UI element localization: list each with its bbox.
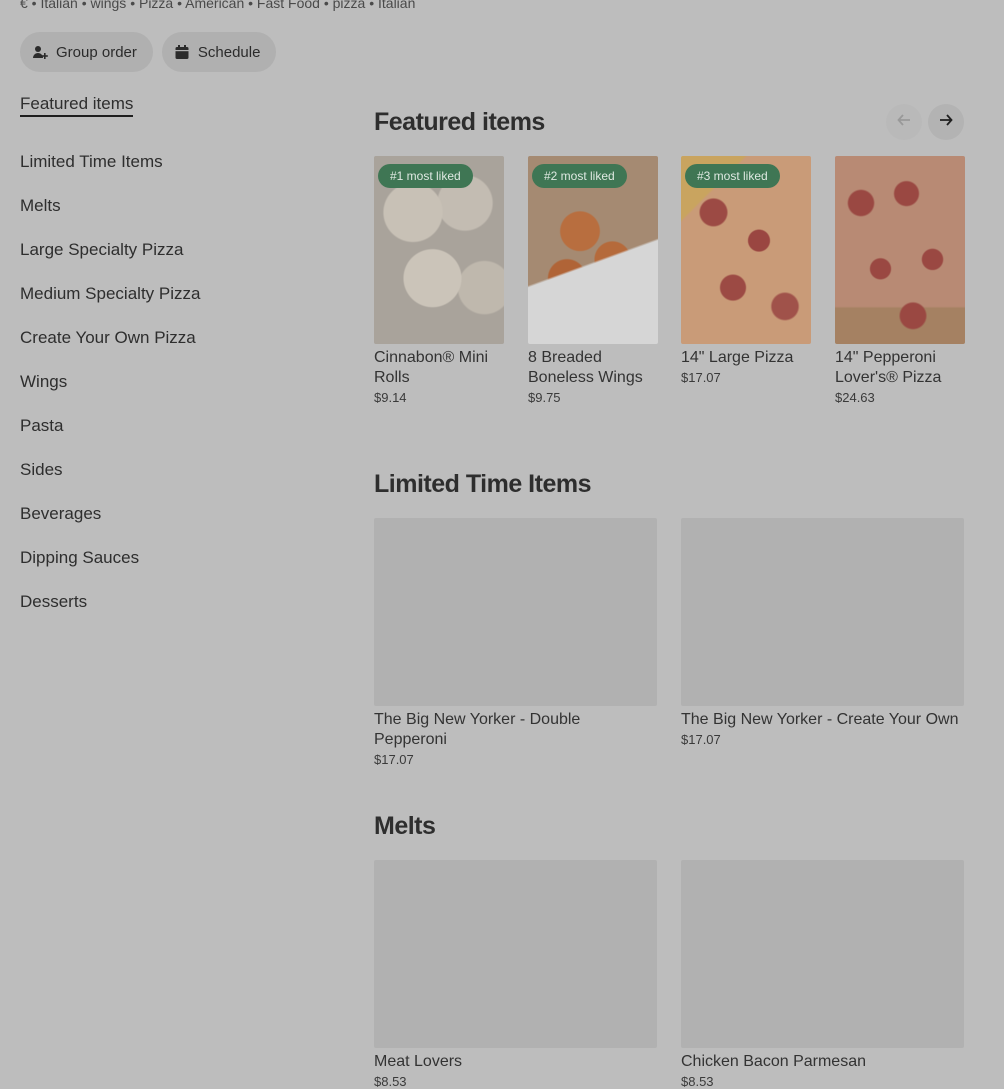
item-name: 14" Pepperoni Lover's® Pizza: [835, 349, 942, 386]
sidebar-item-label: Large Specialty Pizza: [20, 240, 184, 259]
group-order-label: Group order: [56, 43, 137, 61]
limited-time-items-heading: Limited Time Items: [374, 470, 592, 498]
sidebar-item-melts[interactable]: Melts: [20, 184, 320, 228]
arrow-left-icon: [896, 112, 912, 133]
sidebar-item-label: Pasta: [20, 416, 64, 435]
carousel-next-button[interactable]: [928, 104, 964, 140]
item-price: $9.75: [528, 390, 561, 405]
item-price: $8.53: [681, 1074, 714, 1089]
popularity-badge: #1 most liked: [378, 164, 473, 188]
melts-heading: Melts: [374, 812, 436, 840]
item-name: 8 Breaded Boneless Wings: [528, 349, 643, 386]
featured-item-card[interactable]: #1 most liked Cinnabon® Mini Rolls $9.14: [374, 156, 504, 405]
menu-item-card[interactable]: Meat Lovers $8.53: [374, 860, 657, 1089]
sidebar-item-limited-time-items[interactable]: Limited Time Items: [20, 140, 320, 184]
sidebar-item-label: Beverages: [20, 504, 102, 523]
sidebar-item-pasta[interactable]: Pasta: [20, 404, 320, 448]
menu-item-card[interactable]: Chicken Bacon Parmesan $8.53: [681, 860, 964, 1089]
item-image: [681, 518, 964, 706]
sidebar-item-create-your-own-pizza[interactable]: Create Your Own Pizza: [20, 316, 320, 360]
item-image: [374, 518, 657, 706]
sidebar-item-label: Sides: [20, 460, 63, 479]
featured-item-card[interactable]: 14" Pepperoni Lover's® Pizza $24.63: [835, 156, 965, 405]
arrow-right-icon: [938, 112, 954, 133]
featured-item-card[interactable]: #2 most liked 8 Breaded Boneless Wings $…: [528, 156, 658, 405]
sidebar-item-label: Medium Specialty Pizza: [20, 284, 201, 303]
carousel-prev-button[interactable]: [886, 104, 922, 140]
item-name: Chicken Bacon Parmesan: [681, 1053, 866, 1070]
item-image: #1 most liked: [374, 156, 504, 344]
sidebar-item-label: Desserts: [20, 592, 88, 611]
menu-item-card[interactable]: The Big New Yorker - Double Pepperoni $1…: [374, 518, 657, 767]
item-image: [835, 156, 965, 344]
menu-item-card[interactable]: The Big New Yorker - Create Your Own $17…: [681, 518, 964, 747]
featured-carousel: #1 most liked Cinnabon® Mini Rolls $9.14…: [374, 156, 974, 416]
item-image: #3 most liked: [681, 156, 811, 344]
sidebar-item-desserts[interactable]: Desserts: [20, 580, 320, 624]
sidebar-item-large-specialty-pizza[interactable]: Large Specialty Pizza: [20, 228, 320, 272]
item-price: $24.63: [835, 390, 875, 405]
sidebar-item-label: Limited Time Items: [20, 152, 163, 171]
popularity-badge: #3 most liked: [685, 164, 780, 188]
sidebar-item-label: Dipping Sauces: [20, 548, 140, 567]
schedule-label: Schedule: [197, 43, 261, 61]
schedule-button[interactable]: Schedule: [161, 32, 277, 72]
sidebar-item-sides[interactable]: Sides: [20, 448, 320, 492]
item-name: The Big New Yorker - Create Your Own: [681, 711, 959, 728]
sidebar-item-label: Create Your Own Pizza: [20, 328, 196, 347]
item-price: $8.53: [374, 1074, 407, 1089]
item-name: 14" Large Pizza: [681, 349, 794, 366]
menu-category-nav: Featured items Limited Time Items Melts …: [20, 94, 320, 624]
item-price: $17.07: [374, 752, 414, 767]
cuisine-tags: € • Italian • wings • Pizza • American •…: [20, 0, 416, 11]
item-name: The Big New Yorker - Double Pepperoni: [374, 711, 581, 748]
item-price: $9.14: [374, 390, 407, 405]
item-image: #2 most liked: [528, 156, 658, 344]
item-name: Meat Lovers: [374, 1053, 463, 1070]
item-name: Cinnabon® Mini Rolls: [374, 349, 489, 386]
sidebar-item-label: Featured items: [20, 94, 134, 117]
item-price: $17.07: [681, 370, 721, 385]
carousel-controls: [886, 104, 964, 140]
popularity-badge: #2 most liked: [532, 164, 627, 188]
sidebar-item-wings[interactable]: Wings: [20, 360, 320, 404]
featured-items-heading: Featured items: [374, 108, 545, 136]
calendar-icon: [174, 44, 190, 60]
sidebar-item-label: Melts: [20, 196, 61, 215]
item-image: [681, 860, 964, 1048]
sidebar-item-beverages[interactable]: Beverages: [20, 492, 320, 536]
person-add-icon: [32, 44, 48, 60]
sidebar-item-medium-specialty-pizza[interactable]: Medium Specialty Pizza: [20, 272, 320, 316]
sidebar-item-dipping-sauces[interactable]: Dipping Sauces: [20, 536, 320, 580]
sidebar-item-label: Wings: [20, 372, 68, 391]
item-price: $17.07: [681, 732, 721, 747]
sidebar-item-featured-items[interactable]: Featured items: [20, 94, 320, 118]
group-order-button[interactable]: Group order: [20, 32, 153, 72]
featured-item-card[interactable]: #3 most liked 14" Large Pizza $17.07: [681, 156, 811, 385]
order-options: Group order Schedule: [20, 32, 277, 72]
item-image: [374, 860, 657, 1048]
